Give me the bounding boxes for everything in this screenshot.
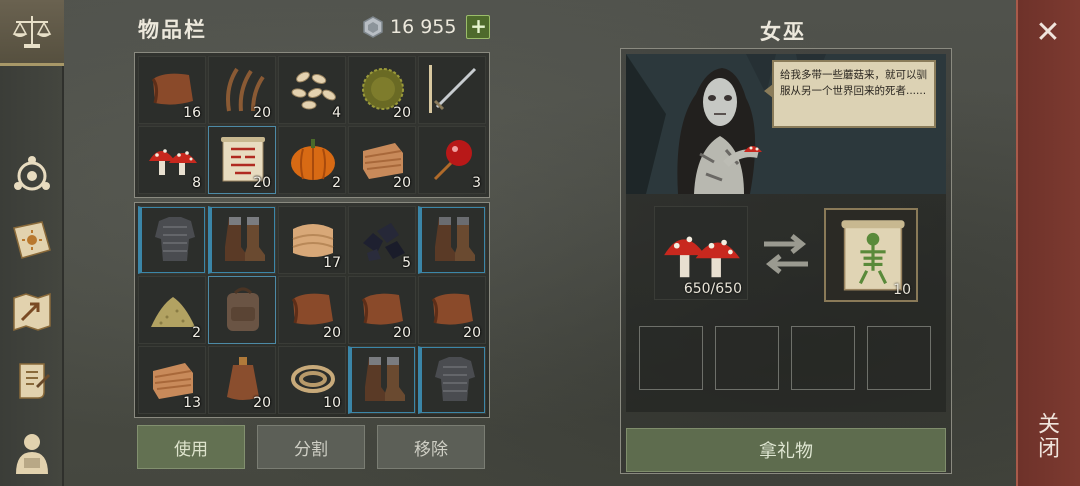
- item-quantity: 10: [323, 395, 341, 411]
- empty-reward-slot[interactable]: [715, 326, 779, 390]
- left-sidebar: [0, 0, 64, 486]
- inventory-slot[interactable]: 16: [138, 56, 206, 124]
- clan-emblem-icon: [14, 156, 50, 191]
- character-icon: [16, 434, 48, 474]
- inventory-slot[interactable]: 20: [348, 276, 416, 344]
- remove-button[interactable]: 移除: [377, 425, 485, 469]
- inventory-slot[interactable]: 5: [348, 206, 416, 274]
- inventory-slot[interactable]: 10: [278, 346, 346, 414]
- sidebar-item-clan[interactable]: [8, 150, 56, 198]
- chain-armor-icon: [435, 357, 475, 401]
- bag-grid: 16 20 4 20 8 20 2 20 3: [134, 52, 490, 198]
- inventory-slot[interactable]: 20: [208, 346, 276, 414]
- sidebar-item-skills[interactable]: [8, 216, 56, 264]
- equipped-slot[interactable]: [418, 206, 486, 274]
- inventory-slot[interactable]: 20: [208, 126, 276, 194]
- item-quantity: 20: [393, 325, 411, 341]
- close-label[interactable]: 关闭: [1034, 412, 1062, 460]
- item-quantity: 20: [253, 395, 271, 411]
- trade-give-quantity: 650/650: [683, 281, 742, 297]
- trade-scales-icon: [12, 15, 52, 48]
- inventory-slot[interactable]: 17: [278, 206, 346, 274]
- currency-display: 16 955 +: [362, 14, 491, 40]
- item-quantity: 3: [472, 175, 481, 191]
- inventory-slot[interactable]: 20: [348, 126, 416, 194]
- inventory-slot[interactable]: 20: [418, 276, 486, 344]
- item-quantity: 5: [402, 255, 411, 271]
- inventory-slot[interactable]: 4: [278, 56, 346, 124]
- silver-coin-icon: [363, 16, 383, 38]
- witch-title: 女巫: [760, 20, 806, 44]
- backpack-icon: [227, 287, 259, 331]
- quest-scroll-icon: [19, 363, 50, 399]
- witch-dialogue: 给我多带一些蘑菇来，就可以驯服从另一个世界回来的死者......: [764, 60, 936, 128]
- equipped-slot[interactable]: [418, 346, 486, 414]
- chain-armor-icon: [155, 217, 195, 261]
- equipped-slot[interactable]: [138, 206, 206, 274]
- inventory-slot[interactable]: 3: [418, 126, 486, 194]
- trade-reward-slot[interactable]: 10: [824, 208, 918, 302]
- currency-amount: 16 955: [390, 16, 457, 38]
- sun-book-icon: [13, 221, 51, 259]
- item-quantity: 20: [463, 325, 481, 341]
- item-quantity: 20: [253, 105, 271, 121]
- sidebar-item-quests[interactable]: [8, 356, 56, 404]
- item-quantity: 20: [253, 175, 271, 191]
- map-arrow-icon: [13, 292, 51, 332]
- inventory-slot[interactable]: [418, 56, 486, 124]
- item-quantity: 17: [323, 255, 341, 271]
- inventory-slot[interactable]: 20: [208, 56, 276, 124]
- item-quantity: 20: [393, 105, 411, 121]
- inventory-slot[interactable]: 8: [138, 126, 206, 194]
- item-quantity: 2: [332, 175, 341, 191]
- sidebar-item-character[interactable]: [8, 428, 56, 476]
- boots-icon: [225, 217, 265, 261]
- empty-reward-slot[interactable]: [867, 326, 931, 390]
- trade-reward-quantity: 10: [893, 282, 911, 298]
- inventory-slot[interactable]: 13: [138, 346, 206, 414]
- sidebar-item-trade[interactable]: [0, 0, 64, 66]
- inventory-slot[interactable]: 2: [278, 126, 346, 194]
- inventory-slot[interactable]: 20: [278, 276, 346, 344]
- get-gift-button[interactable]: 拿礼物: [626, 428, 946, 472]
- inventory-slot[interactable]: [208, 276, 276, 344]
- trade-give-slot[interactable]: 650/650: [654, 206, 748, 300]
- sword-icon: [429, 65, 477, 113]
- use-button[interactable]: 使用: [137, 425, 245, 469]
- item-quantity: 13: [183, 395, 201, 411]
- close-icon[interactable]: ✕: [1032, 18, 1064, 50]
- inventory-slot[interactable]: 2: [138, 276, 206, 344]
- exchange-arrows-icon: [764, 234, 808, 274]
- pack-grid: 17 5 2 20 20 20 13 20 10: [134, 202, 490, 418]
- item-quantity: 4: [332, 105, 341, 121]
- boots-icon: [435, 217, 475, 261]
- item-quantity: 8: [192, 175, 201, 191]
- sidebar-item-map[interactable]: [8, 288, 56, 336]
- item-quantity: 20: [323, 325, 341, 341]
- split-button[interactable]: 分割: [257, 425, 365, 469]
- empty-reward-slot[interactable]: [791, 326, 855, 390]
- inventory-slot[interactable]: 20: [348, 56, 416, 124]
- inventory-title: 物品栏: [138, 18, 207, 42]
- equipped-slot[interactable]: [208, 206, 276, 274]
- add-currency-button[interactable]: +: [466, 15, 491, 39]
- item-quantity: 20: [393, 175, 411, 191]
- item-quantity: 16: [183, 105, 201, 121]
- boots-icon: [365, 357, 405, 401]
- equipped-slot[interactable]: [348, 346, 416, 414]
- empty-reward-slot[interactable]: [639, 326, 703, 390]
- item-quantity: 2: [192, 325, 201, 341]
